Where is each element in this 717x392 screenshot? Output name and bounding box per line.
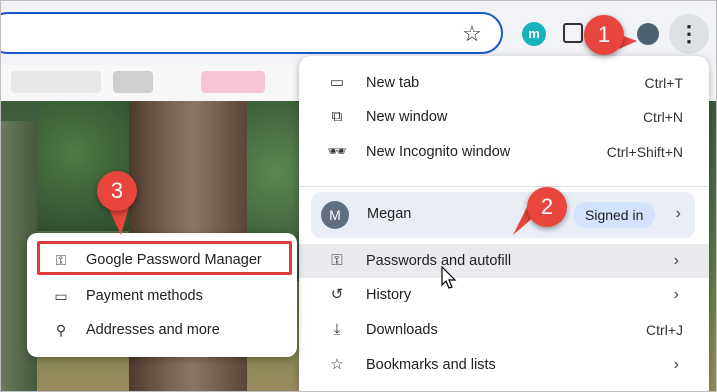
mouse-cursor-icon [441, 266, 457, 289]
shortcut-label: Ctrl+Shift+N [606, 144, 683, 160]
blurred-content [201, 71, 265, 93]
chrome-menu-kebab-icon[interactable]: ⋮ [669, 14, 709, 54]
menu-item-label: New window [366, 109, 448, 125]
menu-item-label: New Incognito window [366, 144, 511, 160]
menu-item-new-incognito-window[interactable]: 🕶 New Incognito window Ctrl+Shift+N [299, 135, 709, 169]
callout-step-2: 2 [527, 187, 567, 227]
submenu-item-addresses-and-more[interactable]: ⚲ Addresses and more [27, 313, 297, 347]
address-bar[interactable] [1, 12, 503, 54]
profile-name: Megan [367, 206, 412, 222]
submenu-item-payment-methods[interactable]: ▭ Payment methods [27, 279, 297, 313]
menu-item-label: Passwords and autofill [366, 253, 512, 269]
shortcut-label: Ctrl+J [646, 322, 683, 338]
blurred-content [11, 71, 101, 93]
blurred-content [113, 71, 153, 93]
screenshot-frame: ☆ m ⋮ ▭ New tab Ctrl+T ⧉ New window Ctrl… [0, 0, 717, 392]
menu-item-downloads[interactable]: ⤓ Downloads Ctrl+J [299, 313, 709, 347]
submenu-item-label: Payment methods [86, 288, 203, 304]
callout-step-3: 3 [97, 171, 137, 211]
menu-item-label: Bookmarks and lists [366, 357, 496, 373]
menu-item-passwords-and-autofill[interactable]: ⚿ Passwords and autofill › [299, 244, 709, 278]
extension-m-icon[interactable]: m [522, 22, 546, 46]
menu-item-new-window[interactable]: ⧉ New window Ctrl+N [299, 100, 709, 134]
menu-item-label: New tab [366, 75, 420, 91]
incognito-icon: 🕶 [327, 143, 347, 160]
chevron-right-icon: › [673, 356, 679, 373]
credit-card-icon: ▭ [54, 288, 68, 304]
callout-step-1: 1 [584, 15, 624, 55]
menu-item-label: History [366, 287, 412, 303]
avatar: M [321, 201, 349, 229]
passwords-autofill-submenu: ⚿ Google Password Manager ▭ Payment meth… [27, 233, 297, 357]
signed-in-badge: Signed in [573, 202, 656, 228]
new-window-icon: ⧉ [331, 108, 343, 125]
submenu-item-label: Addresses and more [86, 322, 220, 338]
chevron-right-icon: › [675, 205, 681, 222]
download-icon: ⤓ [333, 321, 341, 338]
menu-item-label: Downloads [366, 322, 438, 338]
star-icon: ☆ [330, 356, 344, 373]
menu-item-bookmarks-and-lists[interactable]: ☆ Bookmarks and lists › [299, 348, 709, 382]
location-pin-icon: ⚲ [55, 322, 67, 338]
menu-item-history[interactable]: ↺ History › [299, 278, 709, 312]
new-tab-icon: ▭ [329, 74, 345, 91]
menu-item-new-tab[interactable]: ▭ New tab Ctrl+T [299, 66, 709, 100]
shortcut-label: Ctrl+N [642, 109, 683, 125]
history-icon: ↺ [330, 286, 344, 303]
chevron-right-icon: › [673, 286, 679, 303]
bookmark-star-icon[interactable]: ☆ [459, 21, 485, 47]
shortcut-label: Ctrl+T [644, 75, 684, 91]
chevron-right-icon: › [673, 252, 679, 269]
highlight-box [37, 241, 292, 275]
key-icon: ⚿ [331, 252, 343, 269]
